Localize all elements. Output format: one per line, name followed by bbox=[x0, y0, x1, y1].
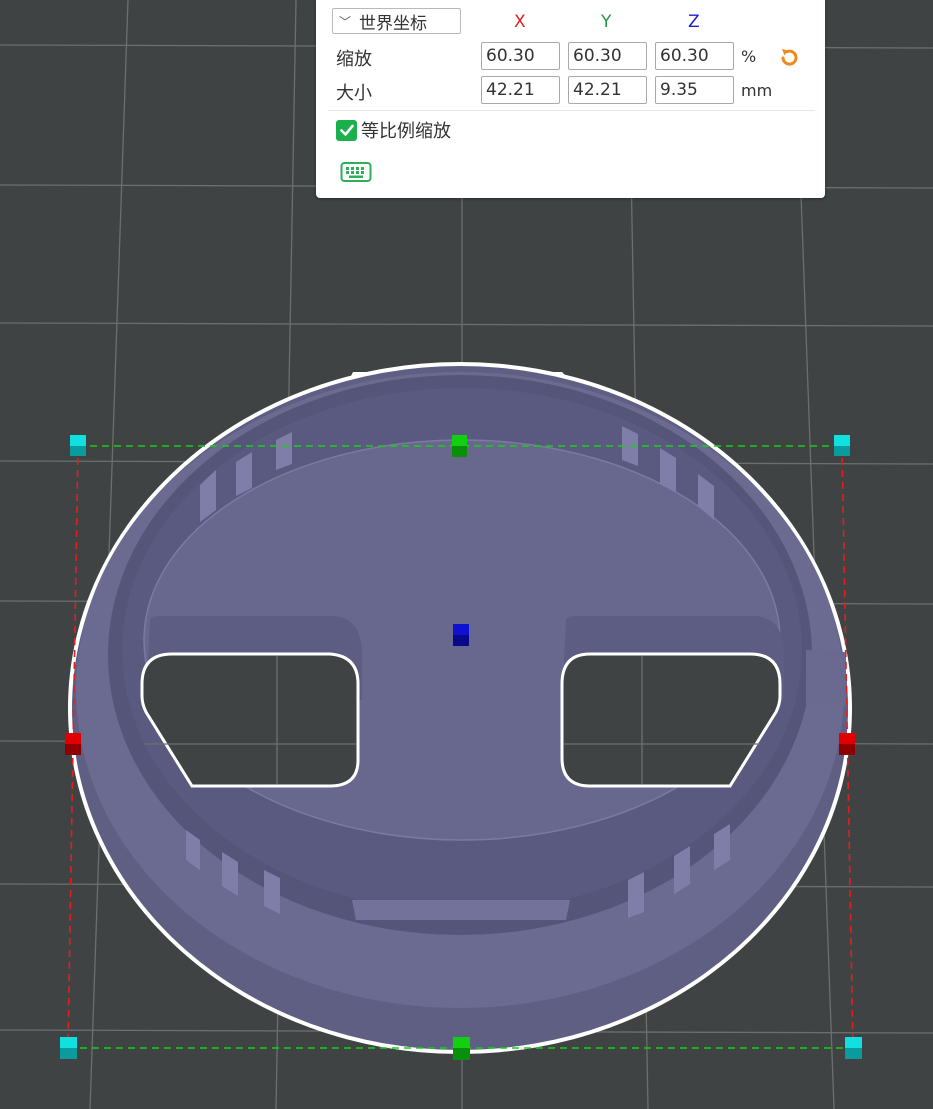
scale-z-input[interactable] bbox=[655, 42, 734, 70]
3d-model[interactable] bbox=[68, 362, 852, 1054]
coordinate-system-dropdown[interactable]: ﹀ 世界坐标 bbox=[332, 8, 461, 34]
scale-y-input[interactable] bbox=[568, 42, 647, 70]
size-unit: mm bbox=[741, 81, 773, 100]
corner-handle-top-left bbox=[70, 435, 86, 456]
corner-handle-top-right bbox=[834, 435, 850, 456]
size-y-input[interactable] bbox=[568, 76, 647, 104]
coordinate-system-value: 世界坐标 bbox=[359, 13, 428, 34]
scale-unit: % bbox=[741, 47, 757, 66]
corner-handle-bottom-right bbox=[845, 1037, 862, 1059]
reset-rotate-icon[interactable] bbox=[778, 46, 800, 68]
axis-header-z: Z bbox=[688, 12, 700, 32]
scale-panel: ﹀ 世界坐标 X Y Z 缩放 % 大小 mm 等比例缩放 bbox=[316, 0, 825, 198]
axis-header-y: Y bbox=[601, 12, 612, 32]
panel-divider bbox=[328, 110, 815, 111]
y-handle-bottom bbox=[453, 1037, 470, 1060]
scale-x-input[interactable] bbox=[481, 42, 560, 70]
size-x-input[interactable] bbox=[481, 76, 560, 104]
axis-header-x: X bbox=[514, 12, 526, 32]
y-handle-top bbox=[452, 435, 467, 457]
uniform-scale-label: 等比例缩放 bbox=[361, 121, 451, 142]
chevron-down-icon: ﹀ bbox=[339, 14, 352, 29]
checkmark-icon bbox=[339, 124, 354, 136]
keyboard-icon[interactable] bbox=[340, 160, 372, 184]
z-handle-center bbox=[453, 624, 469, 646]
size-row-label: 大小 bbox=[336, 83, 372, 104]
uniform-scale-checkbox[interactable] bbox=[336, 119, 357, 141]
size-z-input[interactable] bbox=[655, 76, 734, 104]
scale-row-label: 缩放 bbox=[336, 49, 372, 70]
corner-handle-bottom-left bbox=[60, 1037, 77, 1059]
x-handle-right bbox=[839, 733, 855, 755]
uniform-scale-toggle[interactable]: 等比例缩放 bbox=[336, 117, 451, 143]
x-handle-left bbox=[65, 733, 81, 755]
